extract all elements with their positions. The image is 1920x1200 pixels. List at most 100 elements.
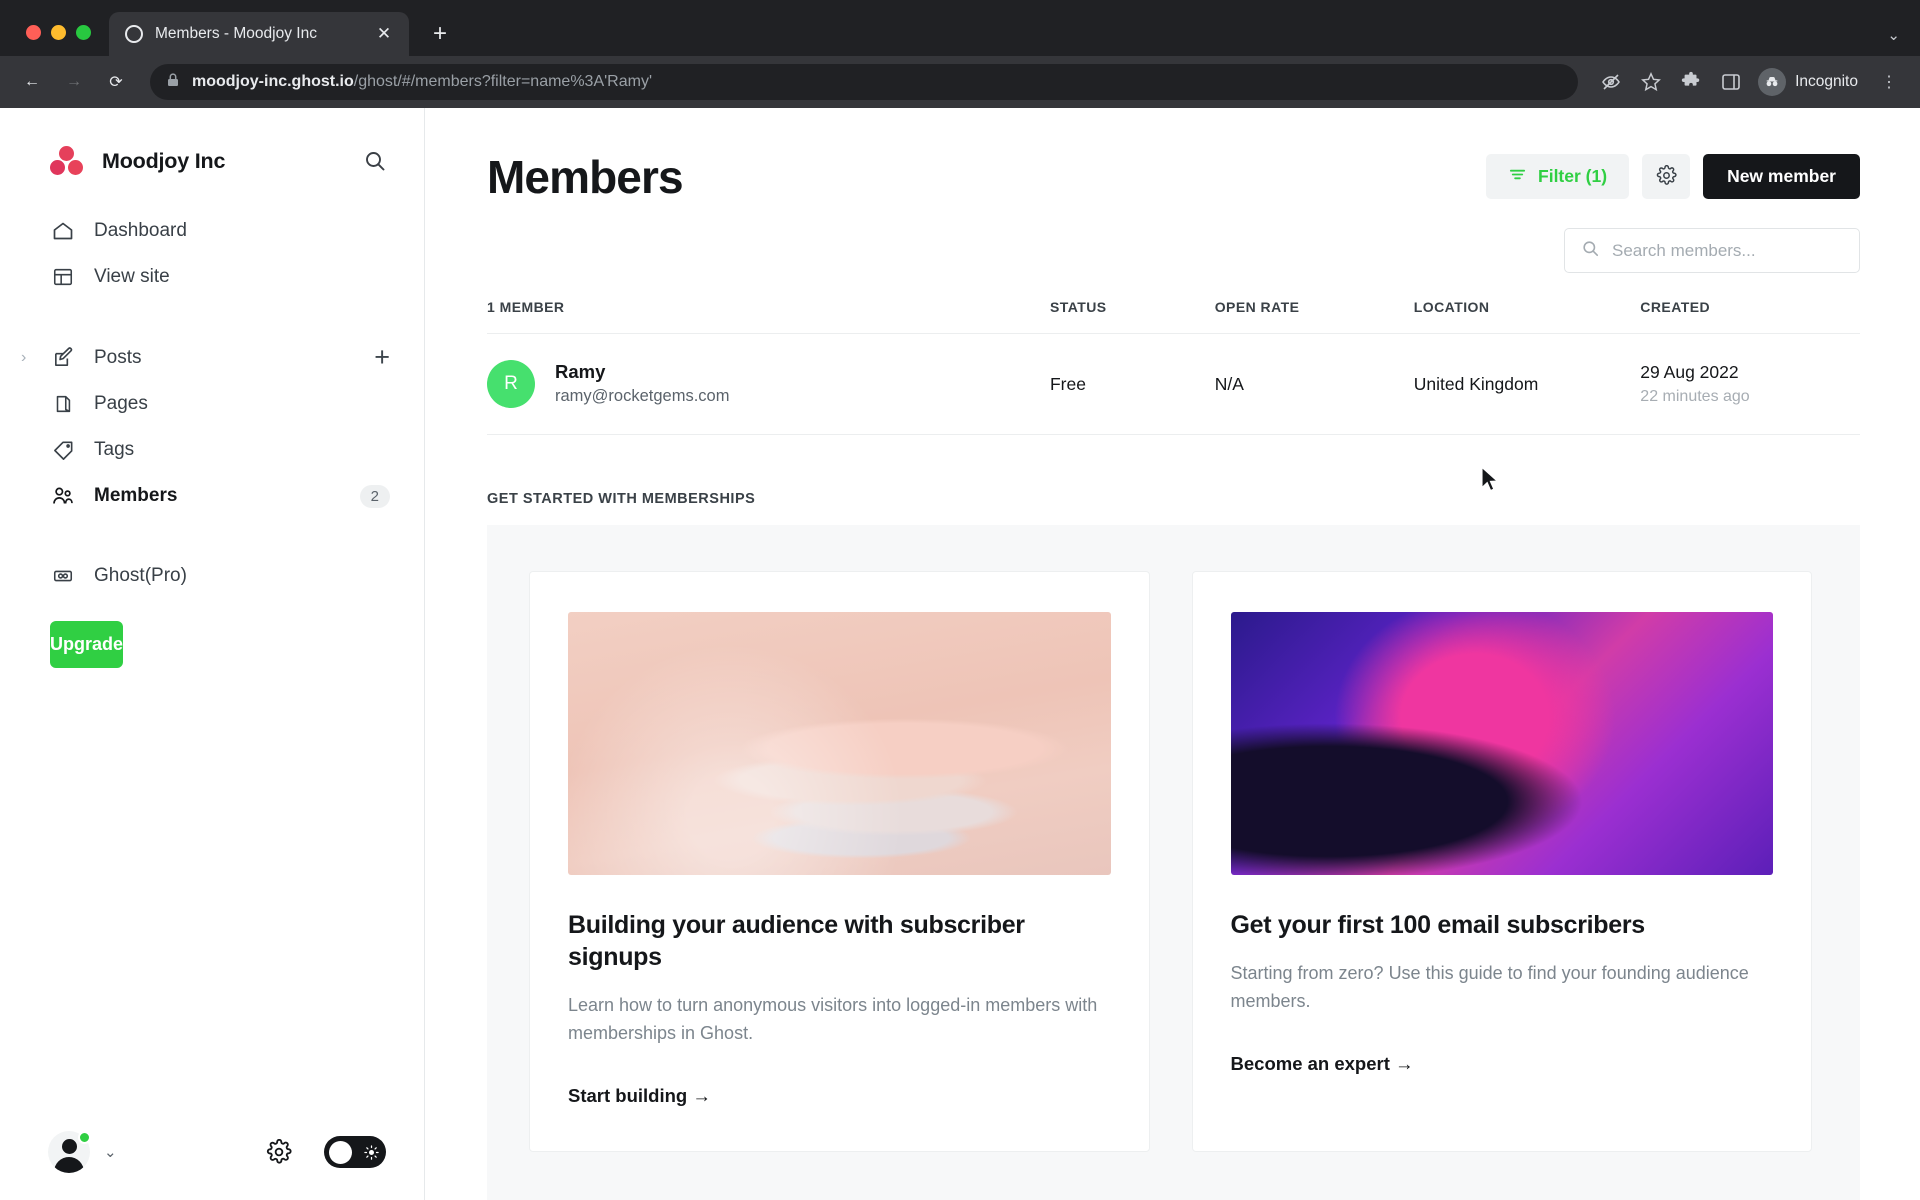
members-table-body: R Ramy ramy@rocketgems.com Free N/A Unit… [487, 333, 1860, 436]
tab-title: Members - Moodjoy Inc [155, 25, 317, 42]
sidebar-item-dashboard[interactable]: Dashboard [0, 208, 424, 254]
upgrade-button[interactable]: Upgrade [50, 621, 124, 668]
new-tab-button[interactable]: + [423, 17, 457, 51]
filter-label: Filter (1) [1538, 166, 1608, 186]
maximize-window-button[interactable] [76, 25, 91, 40]
brand-name: Moodjoy Inc [102, 148, 226, 173]
sidebar-item-ghost-pro[interactable]: Ghost(Pro) [0, 553, 424, 599]
sidebar-item-label: Pages [94, 393, 148, 414]
members-table: 1 MEMBER STATUS OPEN RATE LOCATION CREAT… [487, 299, 1860, 436]
sidebar-item-posts[interactable]: › Posts + [0, 334, 424, 381]
reload-button[interactable]: ⟳ [98, 64, 134, 100]
sun-icon [364, 1144, 379, 1160]
member-created-date: 29 Aug 2022 [1640, 362, 1739, 383]
sidebar-footer: ⌄ [0, 1104, 424, 1200]
extensions-icon[interactable] [1674, 65, 1708, 99]
close-tab-icon[interactable]: ✕ [371, 21, 397, 47]
guide-card-link[interactable]: Become an expert → [1231, 1053, 1774, 1075]
back-button[interactable]: ← [14, 64, 50, 100]
nav-divider-space-2 [0, 519, 424, 553]
user-avatar[interactable] [48, 1131, 91, 1173]
member-created: 29 Aug 2022 22 minutes ago [1640, 333, 1860, 436]
column-header-location: LOCATION [1413, 299, 1641, 334]
sidebar-item-tags[interactable]: Tags [0, 427, 424, 473]
guide-card-title: Building your audience with subscriber s… [568, 911, 1025, 972]
sidebar-search-icon[interactable] [360, 146, 390, 176]
get-started-cards: Building your audience with subscriber s… [487, 525, 1860, 1200]
online-status-dot [78, 1131, 91, 1144]
sidebar-item-label: Members [94, 485, 178, 506]
main-content: Members Filter (1) New member Search mem… [425, 108, 1920, 1200]
page-header: Members Filter (1) New member [487, 108, 1860, 200]
dark-mode-toggle[interactable] [324, 1136, 386, 1168]
search-row [487, 228, 1860, 273]
user-menu-chevron-icon[interactable]: ⌄ [104, 1143, 117, 1161]
tag-icon [50, 437, 76, 463]
sidebar-item-view-site[interactable]: View site [0, 254, 424, 300]
header-actions: Filter (1) New member [1486, 154, 1860, 199]
guide-card[interactable]: Get your first 100 email subscribers Sta… [1191, 571, 1812, 1153]
new-post-plus-icon[interactable]: + [374, 344, 390, 371]
get-started-section-label: GET STARTED WITH MEMBERSHIPS [487, 491, 756, 508]
moodjoy-logo-icon [50, 146, 84, 176]
guide-card-description: Learn how to turn anonymous visitors int… [568, 995, 1098, 1044]
member-created-relative: 22 minutes ago [1640, 387, 1750, 405]
minimize-window-button[interactable] [51, 25, 66, 40]
close-window-button[interactable] [26, 25, 41, 40]
address-bar[interactable]: moodjoy-inc.ghost.io/ghost/#/members?fil… [150, 64, 1579, 100]
filter-icon [1508, 165, 1527, 189]
tab-list-chevron-icon[interactable]: ⌄ [1887, 26, 1900, 44]
member-cell: R Ramy ramy@rocketgems.com [487, 333, 1050, 436]
column-header-created: CREATED [1640, 299, 1860, 334]
sidebar: Moodjoy Inc Dashboard View site › Posts … [0, 108, 425, 1200]
abstract-pink-discs-image [568, 612, 1111, 876]
ghost-admin-app: Moodjoy Inc Dashboard View site › Posts … [0, 108, 1920, 1200]
sidebar-item-members[interactable]: Members 2 [0, 473, 424, 519]
member-location: United Kingdom [1413, 333, 1641, 436]
search-members-box[interactable] [1564, 228, 1860, 273]
guide-card[interactable]: Building your audience with subscriber s… [529, 571, 1150, 1153]
sidebar-nav: Dashboard View site › Posts + Pages Tags… [0, 208, 424, 668]
browser-menu-icon[interactable]: ⋮ [1872, 65, 1906, 99]
member-status: Free [1049, 333, 1215, 436]
filter-button[interactable]: Filter (1) [1486, 154, 1630, 199]
tab-favicon-icon [125, 25, 143, 43]
sidebar-item-label: Dashboard [94, 220, 187, 241]
main-inner: Members Filter (1) New member Search mem… [425, 108, 1920, 1200]
members-table-head: 1 MEMBER STATUS OPEN RATE LOCATION CREAT… [487, 299, 1860, 334]
brand-row[interactable]: Moodjoy Inc [0, 134, 424, 176]
incognito-profile-button[interactable]: Incognito [1754, 68, 1866, 96]
page-title: Members [487, 151, 684, 203]
sidebar-item-pages[interactable]: Pages [0, 381, 424, 427]
column-header-status: STATUS [1049, 299, 1215, 334]
hide-tracking-icon[interactable] [1594, 65, 1628, 99]
gear-icon [1656, 164, 1677, 189]
new-member-button[interactable]: New member [1703, 154, 1860, 199]
browser-toolbar: ← → ⟳ moodjoy-inc.ghost.io/ghost/#/membe… [0, 56, 1920, 108]
settings-gear-icon[interactable] [264, 1137, 294, 1167]
members-count-badge: 2 [359, 484, 390, 508]
forward-button[interactable]: → [56, 64, 92, 100]
guide-card-link[interactable]: Start building → [568, 1085, 1111, 1107]
search-input[interactable] [1612, 240, 1843, 261]
member-avatar: R [487, 360, 535, 409]
ghostpro-icon [50, 563, 76, 589]
table-header-row: 1 MEMBER STATUS OPEN RATE LOCATION CREAT… [487, 299, 1860, 334]
url-host: moodjoy-inc.ghost.io [192, 73, 354, 90]
table-row[interactable]: R Ramy ramy@rocketgems.com Free N/A Unit… [487, 333, 1860, 436]
home-icon [50, 218, 76, 244]
window-traffic-lights [18, 25, 109, 56]
layout-icon [50, 264, 76, 290]
site-lock-icon [166, 72, 180, 93]
browser-tab[interactable]: Members - Moodjoy Inc ✕ [109, 12, 409, 56]
members-settings-button[interactable] [1642, 154, 1691, 199]
sidebar-item-label: Posts [94, 346, 142, 368]
pages-icon [50, 391, 76, 417]
member-open-rate: N/A [1214, 333, 1414, 436]
side-panel-icon[interactable] [1714, 65, 1748, 99]
member-name: Ramy [555, 361, 606, 382]
member-email: ramy@rocketgems.com [555, 386, 730, 405]
bookmark-star-icon[interactable] [1634, 65, 1668, 99]
tab-strip: Members - Moodjoy Inc ✕ + ⌄ [0, 0, 1920, 56]
chevron-right-icon[interactable]: › [21, 349, 26, 367]
